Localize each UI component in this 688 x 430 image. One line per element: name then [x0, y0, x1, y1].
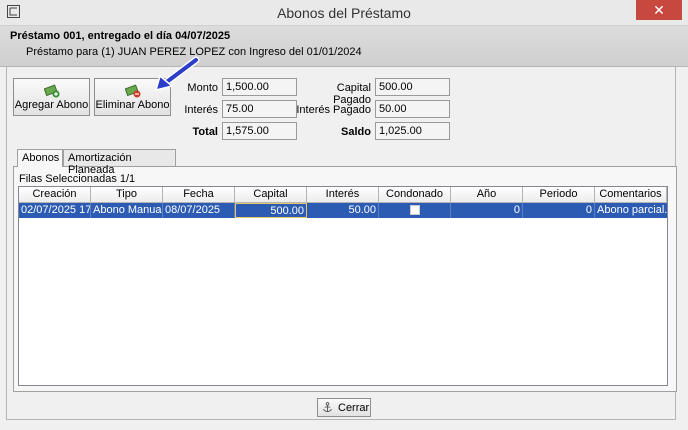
saldo-field: 1,025.00 — [375, 122, 450, 140]
monto-field: 1,500.00 — [222, 78, 297, 96]
add-payment-label: Agregar Abono — [14, 99, 89, 111]
total-label: Total — [192, 126, 218, 138]
col-anio[interactable]: Año — [451, 187, 523, 203]
money-add-icon — [43, 84, 59, 98]
anchor-icon — [323, 402, 332, 413]
selection-status: Filas Seleccionadas 1/1 — [19, 173, 136, 185]
close-label: Cerrar — [338, 402, 370, 414]
cell-condonado[interactable] — [379, 203, 451, 218]
interes-pagado-field: 50.00 — [375, 100, 450, 118]
col-condonado[interactable]: Condonado — [379, 187, 451, 203]
tab-abonos[interactable]: Abonos — [17, 149, 63, 167]
col-capital[interactable]: Capital — [235, 187, 307, 203]
interes-pagado-label: Interés Pagado — [296, 104, 371, 116]
col-tipo[interactable]: Tipo — [91, 187, 163, 203]
close-window-button[interactable]: ✕ — [636, 0, 682, 20]
saldo-label: Saldo — [341, 126, 371, 138]
cell-creacion[interactable]: 02/07/2025 17... — [19, 203, 91, 218]
close-button[interactable]: Cerrar — [317, 398, 371, 417]
capital-pagado-label: Capital Pagado — [333, 82, 371, 106]
table-row[interactable]: 02/07/2025 17... Abono Manual 08/07/2025… — [19, 203, 667, 218]
cell-anio[interactable]: 0 — [451, 203, 523, 218]
add-payment-button[interactable]: Agregar Abono — [13, 78, 90, 116]
cell-comentarios[interactable]: Abono parcial... — [595, 203, 667, 218]
monto-label: Monto — [187, 82, 218, 94]
window-title: Abonos del Préstamo — [277, 5, 411, 21]
title-bar: Abonos del Préstamo ✕ — [0, 0, 688, 26]
condonado-checkbox[interactable] — [409, 205, 420, 215]
cell-capital[interactable]: 500.00 — [235, 203, 307, 218]
close-icon: ✕ — [653, 2, 665, 18]
loan-header: Préstamo 001, entregado el día 04/07/202… — [0, 26, 688, 67]
interes-label: Interés — [184, 104, 218, 116]
cell-interes[interactable]: 50.00 — [307, 203, 379, 218]
cell-fecha[interactable]: 08/07/2025 — [163, 203, 235, 218]
money-delete-icon — [124, 84, 140, 98]
cell-tipo[interactable]: Abono Manual — [91, 203, 163, 218]
col-comentarios[interactable]: Comentarios — [595, 187, 667, 203]
capital-pagado-field: 500.00 — [375, 78, 450, 96]
loan-title: Préstamo 001, entregado el día 04/07/202… — [10, 30, 231, 42]
cell-periodo[interactable]: 0 — [523, 203, 595, 218]
col-creacion[interactable]: Creación — [19, 187, 91, 203]
delete-payment-label: Eliminar Abono — [95, 99, 170, 111]
col-fecha[interactable]: Fecha — [163, 187, 235, 203]
col-periodo[interactable]: Periodo — [523, 187, 595, 203]
total-field: 1,575.00 — [222, 122, 297, 140]
tab-amortizacion[interactable]: Amortización Planeada — [63, 149, 176, 176]
col-interes[interactable]: Interés — [307, 187, 379, 203]
payments-table[interactable]: Creación Tipo Fecha Capital Interés Cond… — [18, 186, 668, 386]
interes-field: 75.00 — [222, 100, 297, 118]
